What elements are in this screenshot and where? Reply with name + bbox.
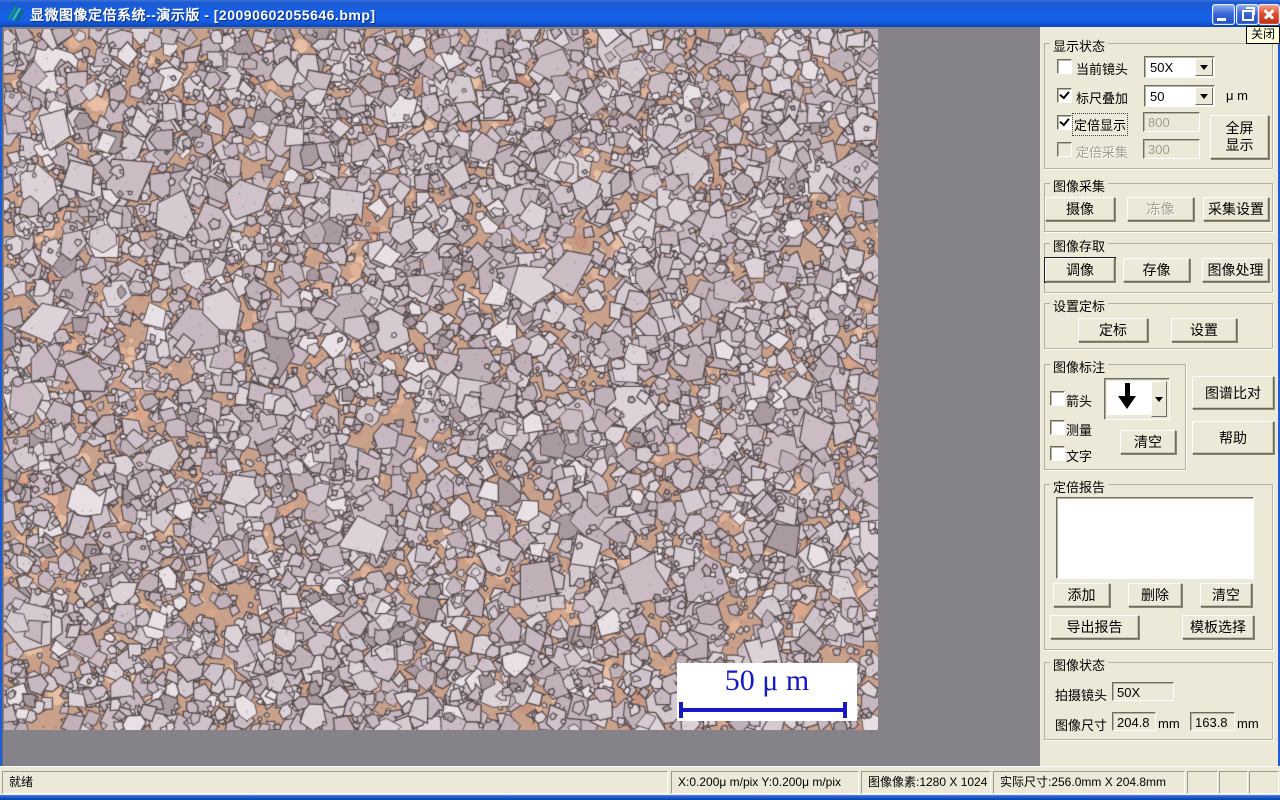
group-report-title: 定倍报告: [1050, 477, 1108, 496]
image-width-field[interactable]: 204.8: [1112, 712, 1156, 731]
fullscreen-button[interactable]: 全屏 显示: [1210, 115, 1269, 159]
zoom-display-checkbox[interactable]: [1057, 115, 1072, 130]
scale-bar-line: [681, 708, 845, 712]
shoot-button[interactable]: 摄像: [1045, 197, 1115, 221]
group-capture-title: 图像采集: [1050, 176, 1108, 195]
atlas-compare-button[interactable]: 图谱比对: [1192, 376, 1274, 409]
zoom-capture-field: 300: [1143, 139, 1200, 159]
minimize-button[interactable]: [1212, 4, 1235, 25]
status-bar: 就绪 X:0.200μ m/pix Y:0.200μ m/pix 图像像素:12…: [0, 766, 1280, 795]
clear-annotation-button[interactable]: 清空: [1120, 430, 1176, 454]
status-pixels: 图像像素:1280 X 1024: [861, 771, 991, 794]
capture-settings-button[interactable]: 采集设置: [1203, 197, 1269, 221]
arrow-label: 箭头: [1066, 391, 1092, 410]
group-calibration-title: 设置定标: [1050, 296, 1108, 315]
current-lens-label: 当前镜头: [1076, 59, 1128, 78]
ruler-unit-label: μ m: [1226, 88, 1248, 103]
shoot-lens-field[interactable]: 50X: [1112, 682, 1174, 701]
micrograph-image[interactable]: [4, 29, 878, 730]
status-empty-1: [1187, 771, 1218, 794]
measure-label: 测量: [1066, 420, 1092, 439]
chevron-down-icon: [1155, 397, 1163, 402]
image-height-field[interactable]: 163.8: [1190, 712, 1235, 731]
chevron-down-icon: [1200, 65, 1208, 70]
measure-checkbox[interactable]: [1050, 420, 1065, 435]
load-image-button[interactable]: 调像: [1045, 258, 1115, 282]
status-ready: 就绪: [2, 771, 668, 794]
shoot-lens-label: 拍摄镜头: [1055, 685, 1107, 704]
scale-bar-tick-right: [843, 702, 847, 718]
arrow-style-dropdown-button[interactable]: [1151, 381, 1167, 417]
report-delete-button[interactable]: 删除: [1128, 583, 1182, 607]
template-select-button[interactable]: 模板选择: [1182, 615, 1254, 639]
arrow-style-combo[interactable]: [1104, 378, 1170, 420]
ruler-overlay-checkbox[interactable]: [1057, 88, 1072, 103]
group-image-status-title: 图像状态: [1050, 655, 1108, 674]
restore-icon: [1242, 10, 1254, 21]
ruler-overlay-label: 标尺叠加: [1076, 88, 1128, 107]
status-scale: X:0.200μ m/pix Y:0.200μ m/pix: [671, 771, 859, 794]
report-clear-button[interactable]: 清空: [1200, 583, 1252, 607]
save-image-button[interactable]: 存像: [1123, 258, 1190, 282]
status-empty-3: [1249, 771, 1279, 794]
zoom-display-label: 定倍显示: [1074, 115, 1126, 134]
group-storage-title: 图像存取: [1050, 236, 1108, 255]
image-height-unit: mm: [1237, 716, 1259, 731]
status-actual-size: 实际尺寸:256.0mm X 204.8mm: [993, 771, 1185, 794]
zoom-display-field: 800: [1143, 112, 1200, 132]
image-size-label: 图像尺寸: [1055, 715, 1107, 734]
calibration-settings-button[interactable]: 设置: [1171, 318, 1237, 342]
image-width-unit: mm: [1158, 716, 1180, 731]
calibrate-button[interactable]: 定标: [1078, 318, 1148, 342]
restore-button[interactable]: [1236, 4, 1259, 25]
close-tooltip: 关闭: [1246, 26, 1280, 44]
title-bar: 显微图像定倍系统--演示版 - [20090602055646.bmp]: [0, 0, 1280, 27]
image-process-button[interactable]: 图像处理: [1202, 258, 1269, 282]
ruler-size-value: 50: [1150, 89, 1164, 104]
text-checkbox[interactable]: [1050, 446, 1065, 461]
arrow-checkbox[interactable]: [1050, 391, 1065, 406]
current-lens-value: 50X: [1150, 60, 1173, 75]
scale-bar-label: 50 μ m: [677, 664, 857, 698]
help-button[interactable]: 帮助: [1192, 421, 1274, 454]
current-lens-checkbox[interactable]: [1057, 59, 1072, 74]
ruler-size-dropdown-button[interactable]: [1195, 87, 1213, 105]
freeze-button: 冻像: [1127, 197, 1194, 221]
close-button[interactable]: [1258, 4, 1280, 25]
app-icon: [7, 5, 24, 22]
report-listbox[interactable]: [1056, 497, 1254, 579]
arrow-down-icon: [1118, 396, 1136, 409]
group-annotation-title: 图像标注: [1050, 357, 1108, 376]
zoom-capture-label: 定倍采集: [1076, 142, 1128, 161]
ruler-size-combo[interactable]: 50: [1144, 85, 1215, 107]
group-display-status-title: 显示状态: [1050, 36, 1108, 55]
arrow-down-icon: [1125, 383, 1130, 397]
current-lens-combo[interactable]: 50X: [1144, 56, 1215, 78]
window-title: 显微图像定倍系统--演示版 - [20090602055646.bmp]: [30, 5, 376, 25]
fullscreen-button-line2: 显示: [1226, 137, 1254, 154]
current-lens-dropdown-button[interactable]: [1195, 58, 1213, 76]
zoom-capture-checkbox: [1057, 142, 1072, 157]
minimize-icon: [1217, 18, 1226, 21]
export-report-button[interactable]: 导出报告: [1050, 615, 1139, 639]
chevron-down-icon: [1200, 94, 1208, 99]
scale-bar-tick-left: [679, 702, 683, 718]
report-add-button[interactable]: 添加: [1053, 583, 1110, 607]
fullscreen-button-line1: 全屏: [1226, 120, 1254, 137]
text-label: 文字: [1066, 446, 1092, 465]
status-empty-2: [1219, 771, 1248, 794]
